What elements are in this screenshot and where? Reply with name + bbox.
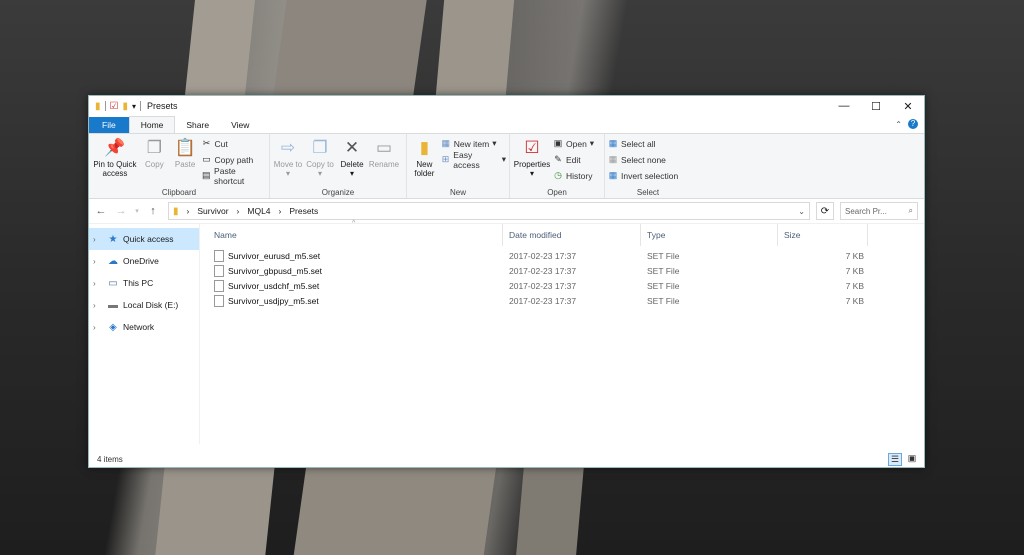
breadcrumb-survivor[interactable]: Survivor xyxy=(197,206,228,216)
nav-network[interactable]: › ◈ Network xyxy=(89,316,199,338)
file-list: ^ Name Date modified Type Size Survivor_… xyxy=(199,220,924,444)
maximize-button[interactable]: ☐ xyxy=(860,96,892,116)
nav-quick-access[interactable]: › ★ Quick access xyxy=(89,228,199,250)
tab-view[interactable]: View xyxy=(220,117,260,133)
nav-local-disk[interactable]: › ▬ Local Disk (E:) xyxy=(89,294,199,316)
edit-icon: ✎ xyxy=(554,154,562,164)
select-group: ▦ Select all ▦ Select none ▦ Invert selecti… xyxy=(608,136,679,197)
properties-big-icon: ☑ xyxy=(524,137,540,157)
select-all-icon: ▦ xyxy=(608,138,618,148)
close-button[interactable]: ✕ xyxy=(892,96,924,116)
explorer-window: ▮ ☑ ▮ ▾ Presets — ☐ ✕ File Home Share Vi… xyxy=(88,95,925,468)
scissors-icon: ✂ xyxy=(202,138,211,148)
title-bar: ▮ ☑ ▮ ▾ Presets — ☐ ✕ xyxy=(89,96,924,116)
open-group: ☑ Properties ▾ ▣ Open ▾ ✎ Edit ◷ History Ope… xyxy=(510,134,605,198)
new-group: ▮ New folder ▦ New item ▾ ⊞ Easy access ▾ Ne… xyxy=(407,134,510,198)
tab-share[interactable]: Share xyxy=(175,117,220,133)
up-button[interactable]: ↑ xyxy=(146,205,160,217)
star-icon: ★ xyxy=(108,233,118,245)
file-row[interactable]: Survivor_usdchf_m5.set 2017-02-23 17:37 … xyxy=(200,278,924,293)
quick-access-toolbar: ▮ ☑ ▮ ▾ xyxy=(95,100,142,112)
address-bar-row: ← → ▾ ↑ ▮ › Survivor › MQL4 › Presets ⌄ … xyxy=(89,199,924,224)
file-icon xyxy=(214,249,224,262)
copy-path-icon: ▭ xyxy=(202,154,211,164)
column-name[interactable]: Name xyxy=(200,224,503,246)
disk-icon: ▬ xyxy=(108,299,118,311)
properties-icon[interactable]: ☑ xyxy=(110,101,119,112)
file-row[interactable]: Survivor_gbpusd_m5.set 2017-02-23 17:37 … xyxy=(200,263,924,278)
navigation-pane: › ★ Quick access › ☁ OneDrive › ▭ This PC › ▬ Lo… xyxy=(89,224,199,444)
select-none-icon: ▦ xyxy=(608,154,618,164)
open-button[interactable]: ▣ Open ▾ xyxy=(553,136,594,151)
pin-icon: 📌 xyxy=(104,137,126,157)
paste-icon: 📋 xyxy=(174,137,196,157)
file-icon xyxy=(214,279,224,292)
paste-shortcut-button[interactable]: ▤ Paste shortcut xyxy=(201,166,266,186)
large-icons-view-icon[interactable]: ▣ xyxy=(906,453,918,464)
open-icon: ▣ xyxy=(553,138,563,148)
cut-button[interactable]: ✂ Cut xyxy=(201,136,266,151)
address-dropdown-icon[interactable]: ⌄ xyxy=(798,207,805,216)
window-title: Presets xyxy=(147,101,178,111)
file-row[interactable]: Survivor_usdjpy_m5.set 2017-02-23 17:37 … xyxy=(200,293,924,308)
customize-dropdown-icon[interactable]: ▾ xyxy=(132,102,136,111)
folder-icon: ▮ xyxy=(95,100,101,112)
sort-arrow-icon: ^ xyxy=(352,220,356,227)
edit-button[interactable]: ✎ Edit xyxy=(553,152,594,167)
address-bar[interactable]: ▮ › Survivor › MQL4 › Presets ⌄ xyxy=(168,202,810,220)
file-icon xyxy=(214,294,224,307)
history-button[interactable]: ◷ History xyxy=(553,168,594,183)
network-icon: ◈ xyxy=(109,321,117,333)
tab-file[interactable]: File xyxy=(89,117,129,133)
computer-icon: ▭ xyxy=(108,277,118,289)
cloud-icon: ☁ xyxy=(108,255,118,267)
select-none-button[interactable]: ▦ Select none xyxy=(608,152,678,167)
nav-onedrive[interactable]: › ☁ OneDrive xyxy=(89,250,199,272)
rename-icon: ▭ xyxy=(375,137,393,157)
column-type[interactable]: Type xyxy=(641,224,778,246)
search-input[interactable]: Search Pr... ⌕ xyxy=(840,202,918,220)
forward-button[interactable]: → xyxy=(114,205,128,217)
file-row[interactable]: Survivor_eurusd_m5.set 2017-02-23 17:37 … xyxy=(200,248,924,263)
new-folder-icon[interactable]: ▮ xyxy=(122,101,128,112)
copy-icon: ❐ xyxy=(146,137,162,157)
new-item-icon: ▦ xyxy=(441,138,451,148)
tab-home[interactable]: Home xyxy=(128,116,176,133)
status-bar: 4 items ☰ ▣ xyxy=(89,452,924,467)
history-icon: ◷ xyxy=(554,170,562,180)
recent-locations-icon[interactable]: ▾ xyxy=(134,207,140,215)
easy-access-button[interactable]: ⊞ Easy access ▾ xyxy=(441,150,506,170)
refresh-button[interactable]: ⟳ xyxy=(816,202,834,220)
ribbon-tabs: File Home Share View ⌃ ? xyxy=(89,116,924,133)
details-view-icon[interactable]: ☰ xyxy=(888,453,902,466)
new-folder-big-icon: ▮ xyxy=(419,137,430,157)
clipboard-group: 📌 Pin to Quick access ❐ Copy 📋 Paste ✂ Cu… xyxy=(89,134,270,198)
help-icon[interactable]: ? xyxy=(908,119,918,129)
copy-to-icon: ❐ xyxy=(312,137,328,157)
invert-selection-button[interactable]: ▦ Invert selection xyxy=(608,168,678,183)
search-icon: ⌕ xyxy=(908,206,913,215)
item-count: 4 items xyxy=(97,455,123,464)
column-size[interactable]: Size xyxy=(778,224,868,246)
ribbon: 📌 Pin to Quick access ❐ Copy 📋 Paste ✂ Cu… xyxy=(89,133,924,199)
paste-shortcut-icon: ▤ xyxy=(202,170,211,180)
breadcrumb-presets[interactable]: Presets xyxy=(289,206,318,216)
organize-group: ⇨ Move to ▾ ❐ Copy to ▾ ✕ Delete ▾ ▭ Ren… xyxy=(270,134,407,198)
minimize-button[interactable]: — xyxy=(828,96,860,116)
column-headers: Name Date modified Type Size xyxy=(200,224,924,246)
breadcrumb-mql4[interactable]: MQL4 xyxy=(247,206,270,216)
expand-ribbon-icon[interactable]: ⌃ xyxy=(895,120,902,129)
delete-icon: ✕ xyxy=(344,137,360,157)
invert-selection-icon: ▦ xyxy=(608,170,618,180)
column-date-modified[interactable]: Date modified xyxy=(503,224,641,246)
move-to-icon: ⇨ xyxy=(280,137,296,157)
nav-this-pc[interactable]: › ▭ This PC xyxy=(89,272,199,294)
file-icon xyxy=(214,264,224,277)
back-button[interactable]: ← xyxy=(94,205,108,217)
select-all-button[interactable]: ▦ Select all xyxy=(608,136,678,151)
folder-icon: ▮ xyxy=(173,205,179,217)
easy-access-icon: ⊞ xyxy=(441,154,450,164)
